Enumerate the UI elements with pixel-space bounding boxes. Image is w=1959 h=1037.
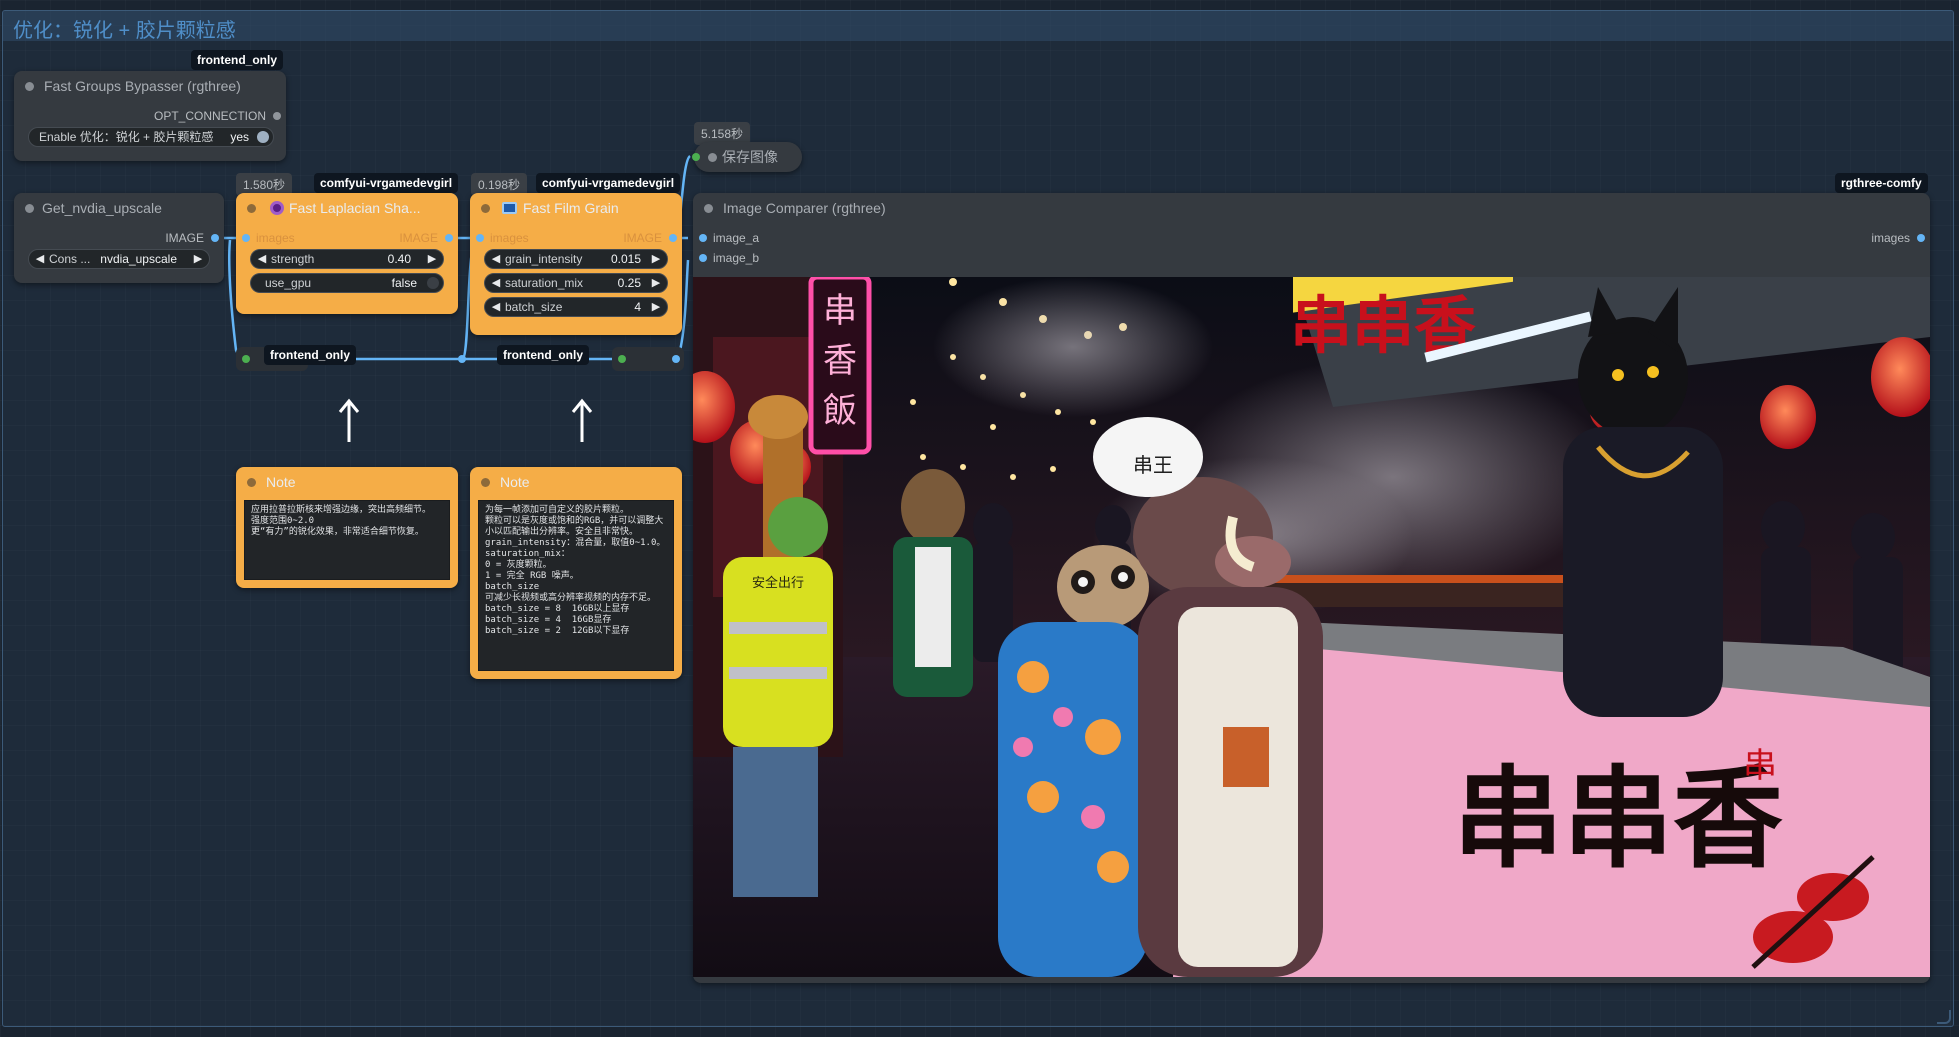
node-title[interactable]: Get_nvdia_upscale bbox=[14, 193, 224, 223]
input-label-b: image_b bbox=[713, 251, 760, 265]
decrement-arrow[interactable]: ◀ bbox=[489, 274, 503, 292]
widget-value: 0.40 bbox=[387, 252, 411, 266]
night-market-scene: 串 香 飯 串串香 串串香 串 安全出行 串王 bbox=[693, 277, 1930, 977]
output-socket[interactable] bbox=[273, 112, 281, 120]
batch-size-slider[interactable]: ◀ batch_size 4 ▶ bbox=[484, 297, 668, 317]
stall-counter-sign: 串串香 bbox=[1453, 754, 1783, 883]
node-title[interactable]: 保存图像 bbox=[694, 142, 802, 172]
reroute-midpoint[interactable] bbox=[458, 355, 466, 363]
chef-hat-text: 串王 bbox=[1133, 453, 1173, 477]
reroute-socket[interactable] bbox=[618, 355, 626, 363]
input-label: images bbox=[490, 231, 529, 245]
combo-prefix: Cons ... bbox=[49, 252, 91, 266]
reroute-socket[interactable] bbox=[242, 355, 250, 363]
node-note-filmgrain[interactable]: Note 为每一帧添加可自定义的胶片颗粒。 颗粒可以是灰度或饱和的RGB，并可以… bbox=[470, 467, 682, 679]
toggle-knob[interactable] bbox=[257, 131, 269, 143]
neon-sign-char-2: 香 bbox=[823, 341, 857, 381]
grain-intensity-slider[interactable]: ◀ grain_intensity 0.015 ▶ bbox=[484, 249, 668, 269]
widget-value: 4 bbox=[634, 300, 641, 314]
input-socket-image-a[interactable] bbox=[699, 234, 707, 242]
increment-arrow[interactable]: ▶ bbox=[649, 250, 663, 268]
toggle-value: yes bbox=[230, 130, 249, 144]
neon-sign-char-3: 飯 bbox=[823, 391, 857, 431]
filmgrain-source-badge: comfyui-vrgamedevgirl bbox=[536, 173, 681, 193]
widget-label: strength bbox=[271, 252, 315, 266]
vest-text: 安全出行 bbox=[752, 575, 804, 591]
widget-label: grain_intensity bbox=[505, 252, 583, 266]
widget-label: use_gpu bbox=[265, 276, 312, 290]
reroute-2-badge: frontend_only bbox=[497, 345, 589, 365]
reroute-1-badge: frontend_only bbox=[264, 345, 356, 365]
decrement-arrow[interactable]: ◀ bbox=[255, 250, 269, 268]
input-socket-image-b[interactable] bbox=[699, 254, 707, 262]
widget-label: saturation_mix bbox=[505, 276, 584, 290]
bypasser-frontend-badge: frontend_only bbox=[191, 50, 283, 70]
output-label: IMAGE bbox=[165, 231, 204, 245]
output-socket-image[interactable] bbox=[211, 234, 219, 242]
toggle-label: Enable 优化：锐化 + 胶片颗粒感 bbox=[39, 130, 214, 144]
note-textarea[interactable]: 为每一帧添加可自定义的胶片颗粒。 颗粒可以是灰度或饱和的RGB，并可以调整大小以… bbox=[478, 500, 674, 671]
combo-next-arrow[interactable]: ▶ bbox=[191, 250, 205, 268]
decrement-arrow[interactable]: ◀ bbox=[489, 298, 503, 316]
node-title[interactable]: Note bbox=[470, 467, 682, 497]
toggle-enable-group[interactable]: Enable 优化：锐化 + 胶片颗粒感 yes bbox=[28, 127, 274, 147]
widget-value: 0.015 bbox=[610, 252, 641, 266]
node-get-nvdia-upscale[interactable]: Get_nvdia_upscale IMAGE ◀ Cons ... nvdia… bbox=[14, 193, 224, 283]
strength-slider[interactable]: ◀ strength 0.40 ▶ bbox=[250, 249, 444, 269]
input-socket-images[interactable] bbox=[476, 234, 484, 242]
up-arrow-2 bbox=[571, 398, 593, 442]
comparer-preview-image[interactable]: 串 香 飯 串串香 串串香 串 安全出行 串王 bbox=[693, 277, 1930, 977]
output-socket-image[interactable] bbox=[445, 234, 453, 242]
stall-corner-sign: 串 bbox=[1743, 746, 1777, 786]
decrement-arrow[interactable]: ◀ bbox=[489, 250, 503, 268]
use-gpu-toggle[interactable]: use_gpu false bbox=[250, 273, 444, 293]
node-title[interactable]: Image Comparer (rgthree) bbox=[693, 193, 1930, 223]
node-title[interactable]: Fast Laplacian Sha... bbox=[236, 193, 458, 223]
node-title[interactable]: Fast Groups Bypasser (rgthree) bbox=[14, 71, 286, 101]
combo-constant[interactable]: ◀ Cons ... nvdia_upscale ▶ bbox=[28, 249, 210, 269]
node-save-image-collapsed[interactable]: 保存图像 bbox=[692, 142, 802, 172]
output-socket-image[interactable] bbox=[669, 234, 677, 242]
toggle-knob[interactable] bbox=[427, 277, 439, 289]
input-label: images bbox=[256, 231, 295, 245]
output-label: IMAGE bbox=[623, 231, 662, 245]
up-arrow-1 bbox=[338, 398, 360, 442]
reroute-output[interactable] bbox=[672, 355, 680, 363]
comparer-source-badge: rgthree-comfy bbox=[1835, 173, 1928, 193]
node-title[interactable]: Note bbox=[236, 467, 458, 497]
saturation-mix-slider[interactable]: ◀ saturation_mix 0.25 ▶ bbox=[484, 273, 668, 293]
node-title[interactable]: Fast Film Grain bbox=[470, 193, 682, 223]
increment-arrow[interactable]: ▶ bbox=[649, 298, 663, 316]
neon-sign-char-1: 串 bbox=[823, 291, 857, 331]
combo-prev-arrow[interactable]: ◀ bbox=[33, 250, 47, 268]
output-label: images bbox=[1871, 231, 1910, 245]
widget-value: 0.25 bbox=[617, 276, 641, 290]
node-note-laplacian[interactable]: Note 应用拉普拉斯核来增强边缘，突出高频细节。 强度范围0~2.0 更“有力… bbox=[236, 467, 458, 588]
laplacian-source-badge: comfyui-vrgamedevgirl bbox=[314, 173, 459, 193]
graph-canvas[interactable]: 优化：锐化 + 胶片颗粒感 frontend_only 1.580秒 comfy… bbox=[0, 0, 1959, 1037]
output-socket-images[interactable] bbox=[1917, 234, 1925, 242]
node-reroute-2[interactable] bbox=[612, 347, 684, 371]
increment-arrow[interactable]: ▶ bbox=[425, 250, 439, 268]
widget-label: batch_size bbox=[505, 300, 563, 314]
input-label-a: image_a bbox=[713, 231, 760, 245]
input-socket-images[interactable] bbox=[242, 234, 250, 242]
output-label: IMAGE bbox=[399, 231, 438, 245]
combo-value: nvdia_upscale bbox=[100, 252, 177, 266]
node-fast-film-grain[interactable]: Fast Film Grain images IMAGE ◀ grain_int… bbox=[470, 193, 682, 335]
node-fast-laplacian-sharpen[interactable]: Fast Laplacian Sha... images IMAGE ◀ str… bbox=[236, 193, 458, 314]
increment-arrow[interactable]: ▶ bbox=[649, 274, 663, 292]
note-textarea[interactable]: 应用拉普拉斯核来增强边缘，突出高频细节。 强度范围0~2.0 更“有力”的锐化效… bbox=[244, 500, 450, 580]
widget-value: false bbox=[391, 276, 417, 290]
node-fast-groups-bypasser[interactable]: Fast Groups Bypasser (rgthree) OPT_CONNE… bbox=[14, 71, 286, 161]
output-label: OPT_CONNECTION bbox=[153, 109, 266, 123]
